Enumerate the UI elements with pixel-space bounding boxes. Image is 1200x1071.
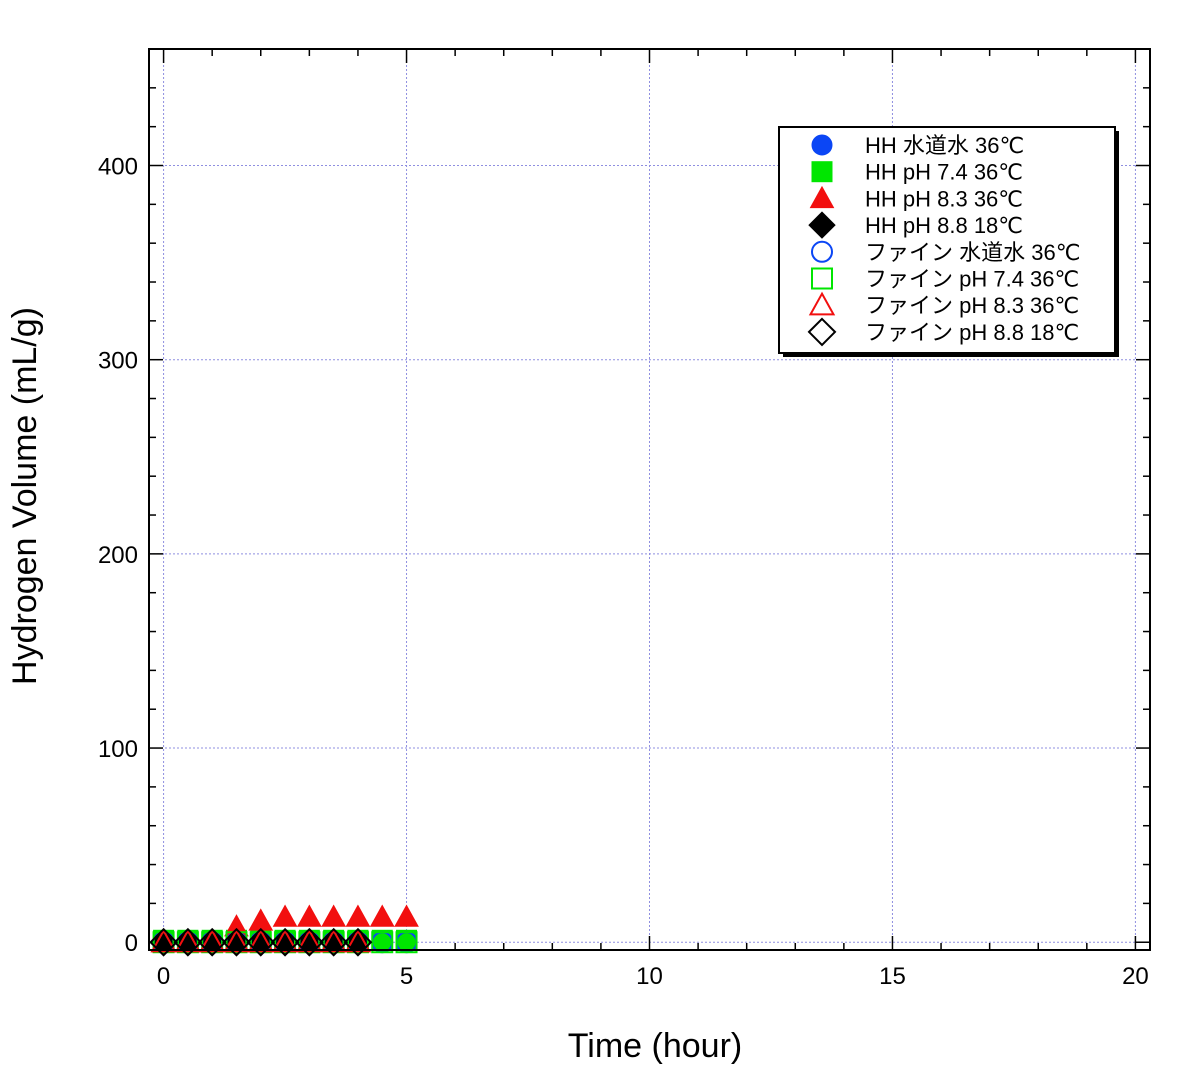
- legend-label-4: ファイン 水道水 36℃: [865, 240, 1080, 265]
- legend-label-6: ファイン pH 8.3 36℃: [865, 293, 1079, 318]
- chart-container: 0 5 10 15 20 0 100 200 300 400 Time (hour) Hydrog…: [0, 0, 1200, 1066]
- x-tick-label: 15: [879, 963, 906, 990]
- y-axis-label: Hydrogen Volume (mL/g): [6, 307, 44, 685]
- x-axis-label: Time (hour): [568, 1027, 742, 1065]
- data-point: [297, 904, 322, 927]
- data-point: [272, 904, 298, 927]
- data-markers: [149, 904, 419, 957]
- y-tick-label: 200: [98, 542, 138, 569]
- x-tick-label: 10: [636, 963, 663, 990]
- legend-label-0: HH 水道水 36℃: [865, 133, 1024, 158]
- y-tick-label: 100: [98, 736, 138, 763]
- y-tick-label: 300: [98, 348, 138, 375]
- y-tick-label: 400: [98, 154, 138, 181]
- data-point: [371, 929, 393, 951]
- data-point: [345, 904, 371, 927]
- data-point: [321, 904, 347, 927]
- data-point: [394, 904, 419, 927]
- legend-label-5: ファイン pH 7.4 36℃: [865, 267, 1079, 292]
- legend-marker-1: [811, 161, 833, 183]
- legend: HH 水道水 36℃HH pH 7.4 36℃HH pH 8.3 36℃HH p…: [778, 126, 1119, 357]
- y-tick-label: 0: [125, 930, 138, 957]
- data-point: [396, 929, 418, 951]
- legend-marker-0: [811, 134, 833, 156]
- x-tick-label: 0: [157, 963, 170, 990]
- legend-label-1: HH pH 7.4 36℃: [865, 160, 1023, 185]
- scatter-chart: 0 5 10 15 200100200300400 Time (hour) Hydrog…: [6, 48, 1151, 1065]
- x-tick-label: 5: [400, 963, 413, 990]
- data-point: [369, 904, 395, 927]
- x-tick-label: 20: [1122, 963, 1149, 990]
- legend-label-2: HH pH 8.3 36℃: [865, 186, 1023, 211]
- legend-label-3: HH pH 8.8 18℃: [865, 213, 1023, 238]
- legend-label-7: ファイン pH 8.8 18℃: [865, 320, 1079, 345]
- data-point: [248, 908, 274, 931]
